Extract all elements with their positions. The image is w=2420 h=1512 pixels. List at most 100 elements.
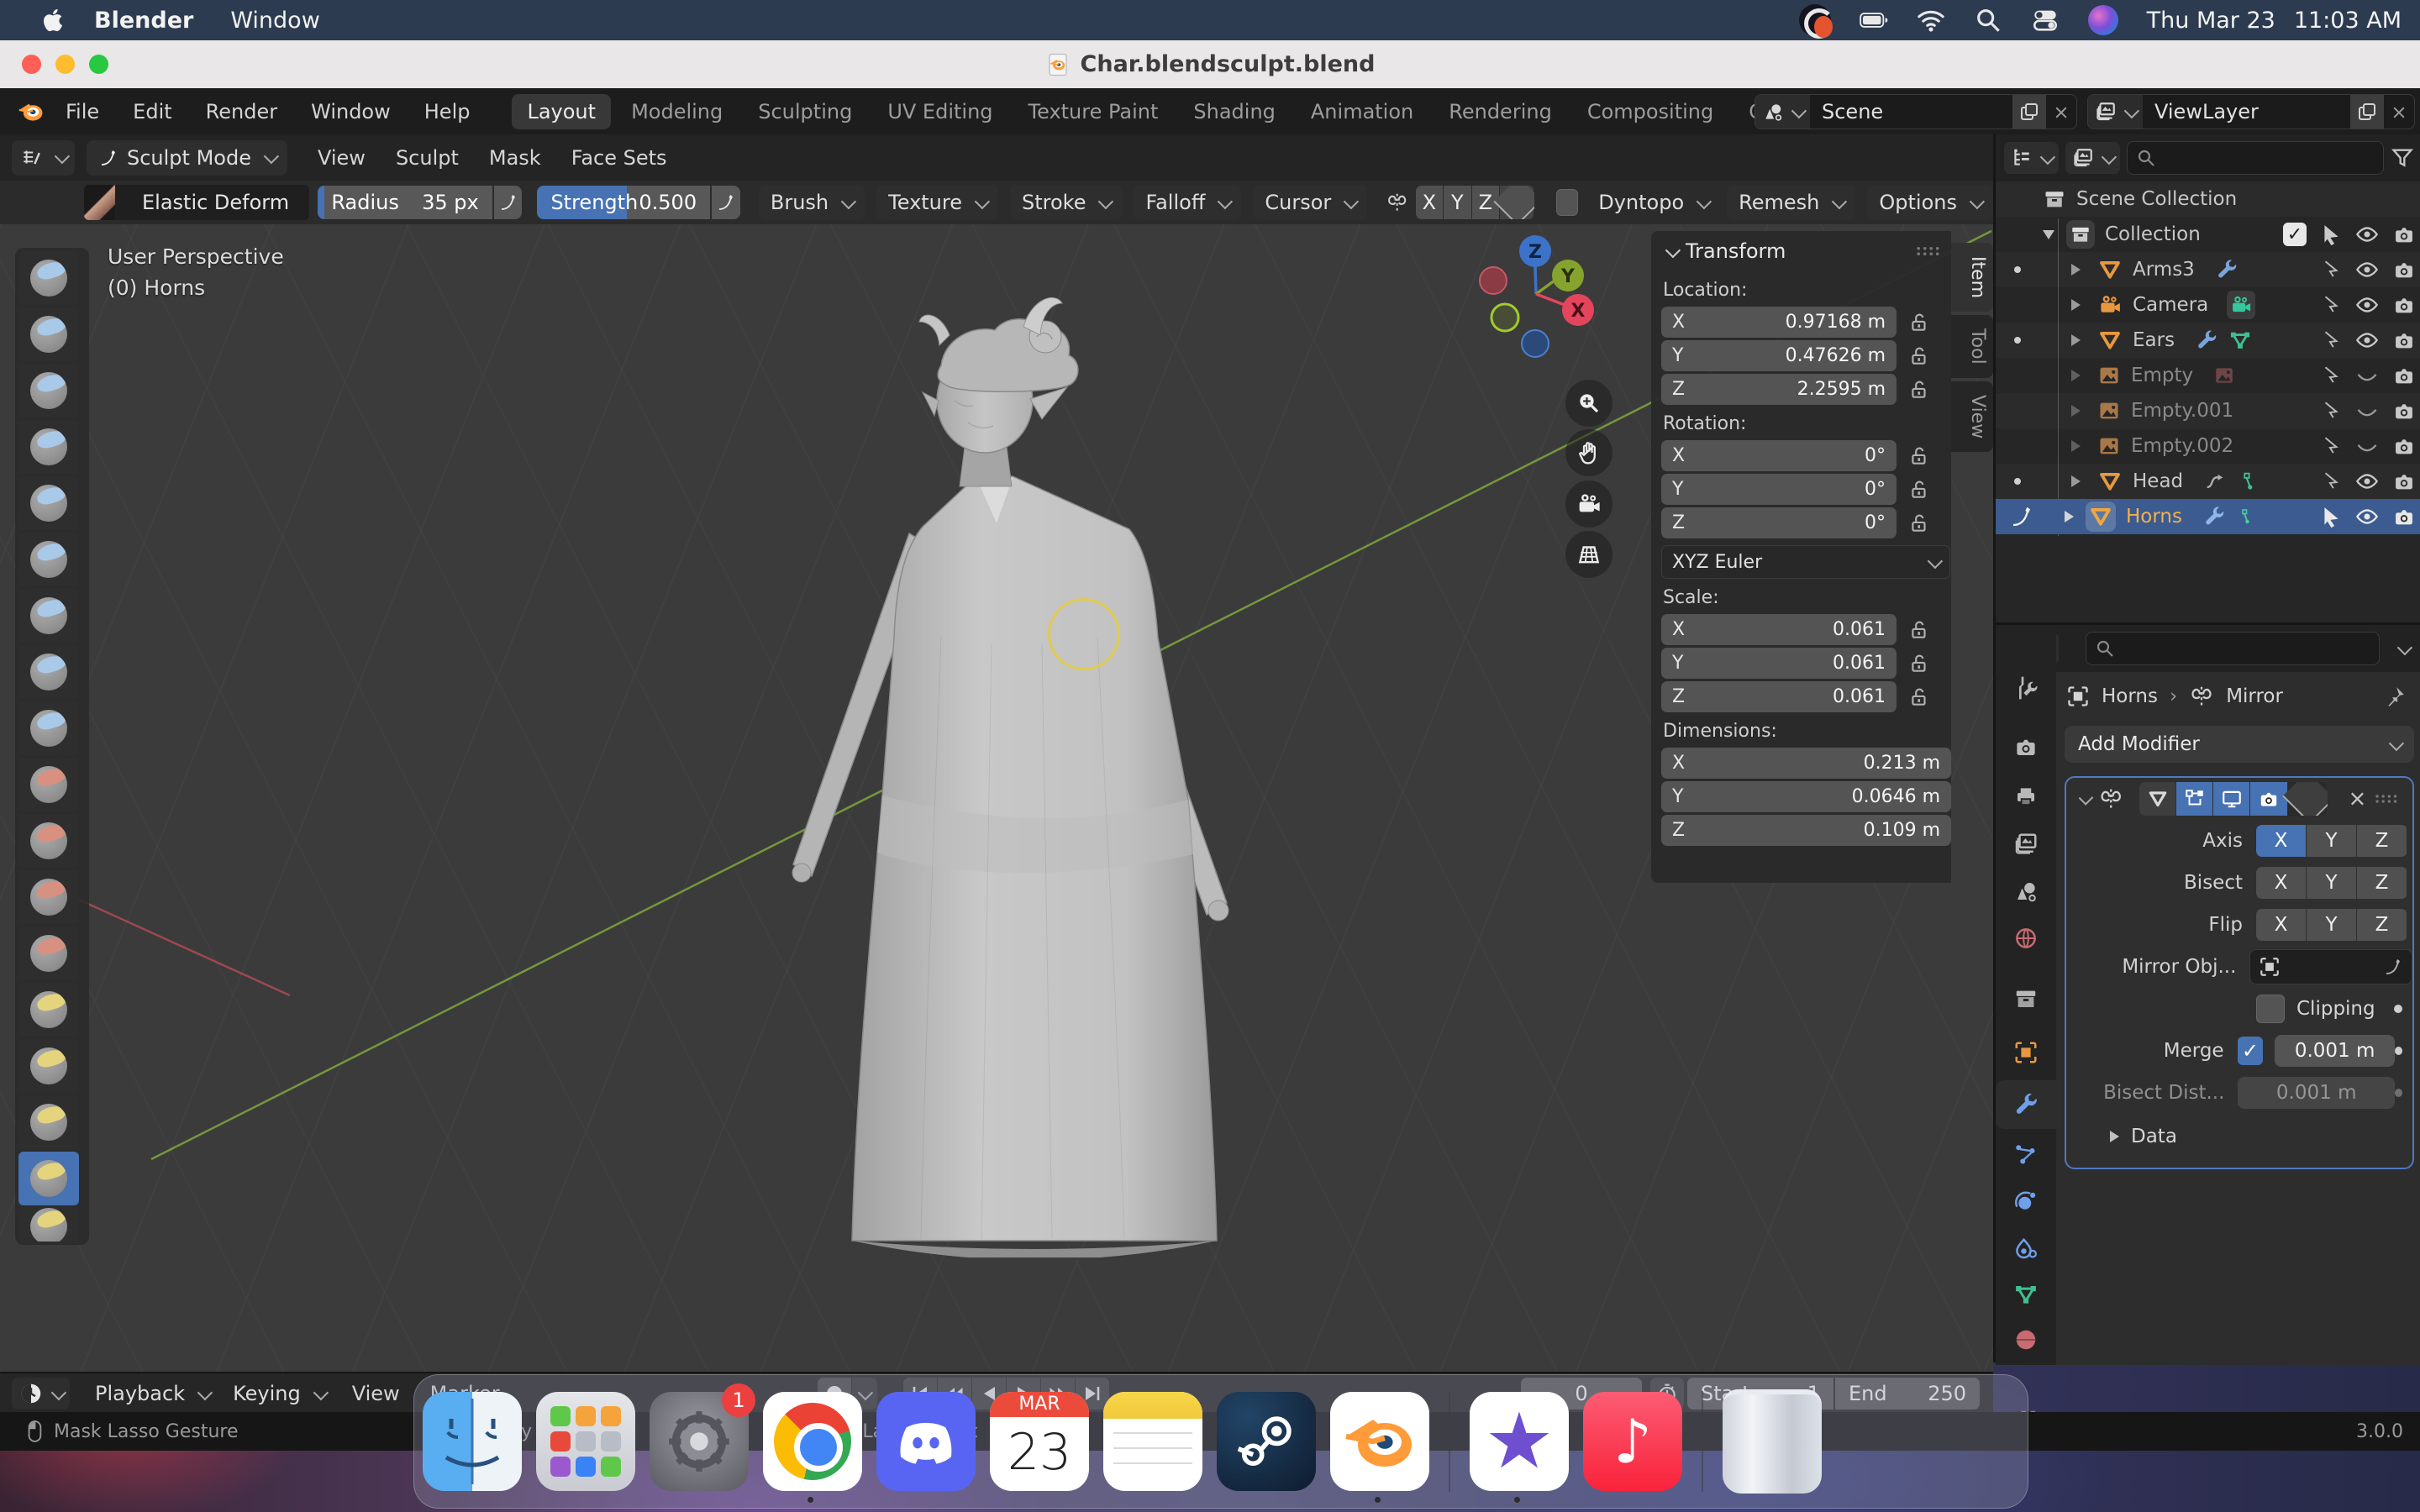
menu-file[interactable]: File <box>49 100 116 123</box>
hide-render-icon[interactable] <box>2392 364 2416 387</box>
workspace-tab-compositing[interactable]: Compositing <box>1572 94 1728 129</box>
workspace-tab-sculpting[interactable]: Sculpting <box>743 94 867 129</box>
animate-dot[interactable] <box>2395 1047 2402 1055</box>
workspace-tab-rendering[interactable]: Rendering <box>1434 94 1567 129</box>
dimensions-z-field[interactable]: Z0.109 m <box>1661 815 1951 846</box>
scale-z-field[interactable]: Z0.061 <box>1661 681 1897 712</box>
outliner-filter-mode[interactable] <box>2065 142 2120 174</box>
lock-icon[interactable] <box>1908 312 1930 333</box>
brush-layer[interactable] <box>18 533 79 586</box>
rotation-mode-dropdown[interactable]: XYZ Euler <box>1661 545 1950 579</box>
expand-icon[interactable] <box>2071 370 2081 381</box>
mirror-object-field[interactable] <box>2249 949 2412 984</box>
outliner-display-mode[interactable] <box>2004 142 2059 174</box>
menu-mask[interactable]: Mask <box>474 146 556 170</box>
menu-view[interactable]: View <box>302 146 381 170</box>
tab-output-properties[interactable] <box>1996 773 2056 822</box>
view-layer-selector[interactable]: ViewLayer <box>2087 94 2415 129</box>
axis-x-toggle[interactable]: X <box>2256 825 2306 857</box>
location-x-field[interactable]: X0.97168 m <box>1661 307 1897 338</box>
workspace-tab-layout[interactable]: Layout <box>512 94 611 129</box>
falloff-dropdown[interactable]: Falloff <box>1134 185 1241 220</box>
toggle-on-cage[interactable] <box>2139 782 2175 816</box>
menu-edit[interactable]: Edit <box>116 100 188 123</box>
bisect-y-toggle[interactable]: Y <box>2307 867 2356 899</box>
workspace-tab-uv-editing[interactable]: UV Editing <box>872 94 1007 129</box>
dimensions-x-field[interactable]: X0.213 m <box>1661 748 1951 779</box>
animate-dot[interactable] <box>2395 1089 2402 1097</box>
transform-panel-title[interactable]: Transform <box>1686 239 1907 263</box>
hide-render-icon[interactable] <box>2392 434 2416 458</box>
expand-icon[interactable] <box>2071 405 2081 417</box>
selectable-icon[interactable] <box>2320 365 2342 386</box>
selectable-icon[interactable] <box>2320 470 2342 492</box>
toggle-render[interactable] <box>2250 782 2286 816</box>
tab-item[interactable]: Item <box>1951 243 1993 312</box>
brush-blob[interactable] <box>18 645 79 699</box>
dyntopo-dropdown[interactable]: Dyntopo <box>1586 185 1720 220</box>
dock-imovie[interactable]: ★ <box>1470 1392 1569 1491</box>
brush-inflate[interactable] <box>18 589 79 643</box>
lock-icon[interactable] <box>1908 512 1930 534</box>
collection-checkbox[interactable]: ✓ <box>2283 223 2307 246</box>
options-dropdown[interactable]: Options <box>1867 185 1993 220</box>
tab-object-properties[interactable] <box>1996 1028 2056 1077</box>
lock-icon[interactable] <box>1908 653 1930 675</box>
apple-icon[interactable] <box>42 8 64 33</box>
hide-render-icon[interactable] <box>2392 505 2416 528</box>
new-view-layer-button[interactable] <box>2350 95 2384 129</box>
brush-flatten[interactable] <box>18 814 79 868</box>
mirror-options-dropdown[interactable] <box>1500 186 1534 219</box>
mirror-x-toggle[interactable]: X <box>1416 186 1444 219</box>
texture-dropdown[interactable]: Texture <box>876 185 998 220</box>
expand-icon[interactable] <box>2071 475 2081 487</box>
hide-render-icon[interactable] <box>2392 258 2416 281</box>
brush-clay-thumb[interactable] <box>18 476 79 530</box>
lock-icon[interactable] <box>1908 445 1930 467</box>
dock-trash[interactable] <box>1723 1389 1822 1494</box>
brush-pinch[interactable] <box>18 983 79 1037</box>
keying-menu[interactable]: Keying <box>221 1376 337 1411</box>
radius-pressure-toggle[interactable] <box>494 186 523 219</box>
cursor-dropdown[interactable]: Cursor <box>1253 185 1367 220</box>
expand-icon[interactable] <box>2071 440 2081 452</box>
tab-world-properties[interactable] <box>1996 914 2056 963</box>
selectable-icon[interactable] <box>2320 259 2342 281</box>
hide-viewport-icon[interactable] <box>2355 399 2379 423</box>
brush-clay[interactable] <box>18 364 79 417</box>
strength-slider[interactable]: Strength0.500 <box>537 186 710 219</box>
hide-viewport-icon[interactable] <box>2355 470 2379 493</box>
new-scene-button[interactable] <box>2012 95 2046 129</box>
tab-data-properties[interactable] <box>1996 1270 2056 1319</box>
brush-smooth[interactable] <box>18 758 79 811</box>
hide-viewport-icon[interactable] <box>2355 223 2379 246</box>
outliner-row-empty[interactable]: Empty <box>1996 358 2420 393</box>
menu-render[interactable]: Render <box>189 100 294 123</box>
selectable-icon[interactable] <box>2320 223 2342 245</box>
dock-notes[interactable] <box>1103 1392 1202 1491</box>
pin-icon[interactable] <box>2384 685 2406 707</box>
hide-render-icon[interactable] <box>2392 223 2416 246</box>
view-layer-icon[interactable] <box>2088 95 2143 129</box>
tab-view-layer-properties[interactable] <box>1996 820 2056 869</box>
tab-render-properties[interactable] <box>1996 722 2056 771</box>
brush-draw-sharp[interactable] <box>18 307 79 361</box>
selectable-icon[interactable] <box>2320 329 2342 351</box>
selectable-icon[interactable] <box>2320 294 2342 316</box>
hide-render-icon[interactable] <box>2392 293 2416 317</box>
workspace-tab-modeling[interactable]: Modeling <box>616 94 738 129</box>
brush-elastic-deform[interactable] <box>18 1152 79 1205</box>
outliner-row-arms3[interactable]: Arms3 <box>1996 252 2420 287</box>
workspace-tab-texture-paint[interactable]: Texture Paint <box>1013 94 1174 129</box>
expand-icon[interactable] <box>2071 334 2081 346</box>
properties-options-dropdown[interactable] <box>2386 633 2416 664</box>
mode-selector[interactable]: Sculpt Mode <box>87 140 287 176</box>
hide-render-icon[interactable] <box>2392 470 2416 493</box>
outliner-row-horns-selected[interactable]: Horns <box>1996 499 2420 534</box>
location-y-field[interactable]: Y0.47626 m <box>1661 340 1897 371</box>
hide-viewport-icon[interactable] <box>2355 293 2379 317</box>
flip-z-toggle[interactable]: Z <box>2357 909 2407 941</box>
tab-physics-properties[interactable] <box>1996 1178 2056 1226</box>
timeline-view-menu[interactable]: View <box>337 1382 415 1405</box>
merge-checkbox[interactable]: ✓ <box>2238 1037 2264 1065</box>
